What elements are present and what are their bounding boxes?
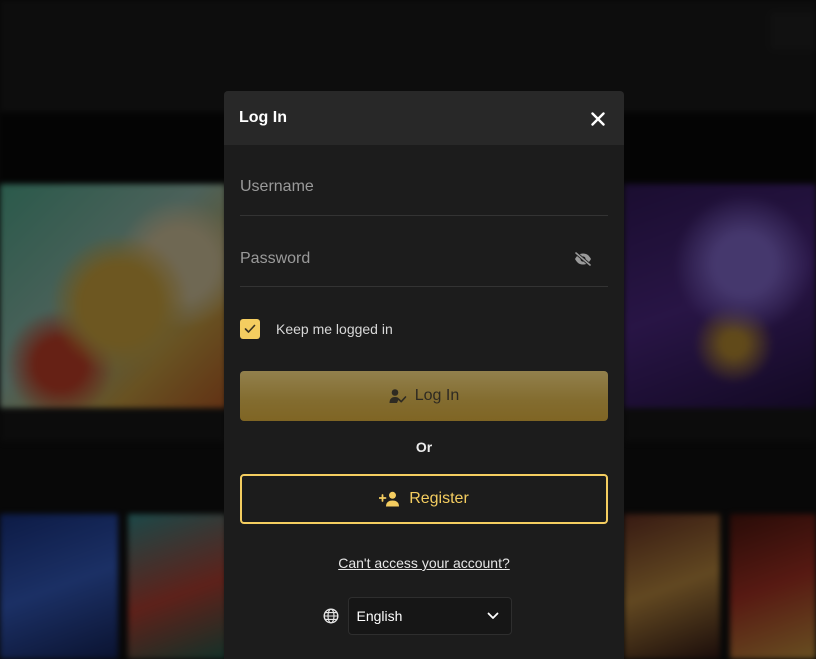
keep-logged-in-checkbox[interactable] (240, 319, 260, 339)
password-field-wrapper (240, 216, 608, 287)
login-modal: Log In Username Keep me logged in Log In… (224, 91, 624, 659)
close-button[interactable] (588, 109, 608, 129)
username-field-wrapper (240, 145, 608, 216)
keep-logged-in-row: Keep me logged in (240, 318, 608, 340)
language-selected: English (356, 608, 403, 624)
eye-off-icon (574, 251, 592, 267)
close-icon (591, 112, 605, 126)
password-visibility-toggle[interactable] (574, 251, 592, 267)
modal-title: Log In (239, 109, 287, 126)
language-select[interactable]: English (347, 597, 512, 635)
or-divider: Or (415, 439, 433, 455)
login-form: Keep me logged in Log In Or Register Can… (224, 145, 624, 635)
username-input[interactable] (240, 178, 608, 196)
password-input[interactable] (240, 250, 608, 268)
forgot-account-link[interactable]: Can't access your account? (240, 555, 608, 573)
user-check-icon (389, 389, 407, 403)
user-plus-icon (379, 491, 400, 507)
chevron-down-icon (487, 612, 498, 619)
register-button-label: Register (409, 490, 469, 507)
login-button[interactable]: Log In (240, 371, 608, 421)
login-button-label: Log In (414, 387, 460, 404)
modal-header: Log In (224, 91, 624, 145)
keep-logged-in-label: Keep me logged in (276, 321, 393, 337)
globe-icon (322, 608, 339, 624)
register-button[interactable]: Register (240, 474, 608, 524)
checkmark-icon (244, 324, 256, 333)
language-row: English (240, 597, 608, 635)
